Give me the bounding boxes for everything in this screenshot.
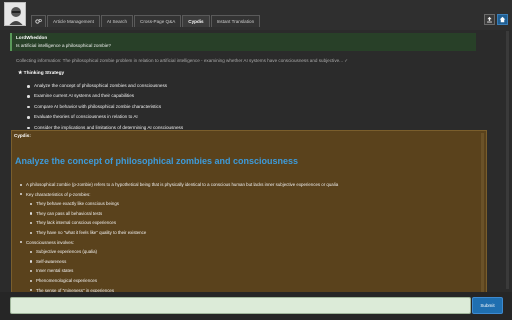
answer-subline: Phenomenological experiences [29,276,338,286]
answer-line: Key characteristics of p-zombies: [19,190,338,200]
tab-article-management[interactable]: Article Management [47,15,100,27]
tab-ai-search[interactable]: AI Search [100,15,134,27]
tab-cypdis[interactable]: Cypdis [182,15,210,27]
answer-subline: Subjective experiences (qualia) [29,247,338,257]
thinking-strategy-label: Thinking Strategy [23,71,65,76]
assistant-answer: Cypdis: Analyze the concept of philosoph… [11,130,487,296]
home-icon [499,16,506,23]
tab-cross-page-qa[interactable]: Cross-Page Q&A [134,15,182,27]
page-scrollbar[interactable] [506,31,509,289]
answer-subline: They lack internal conscious experiences [29,218,338,228]
chat-area: LordWheddon Is artificial intelligence a… [10,31,488,296]
answer-scrollbar[interactable] [481,133,484,293]
collecting-status: Collecting information: The philosophica… [16,58,349,63]
user-question: Is artificial intelligence a philosophic… [16,43,111,48]
submit-button[interactable]: Submit [472,297,503,314]
answer-line: Consciousness involves: [19,238,338,248]
avatar-image [5,3,25,25]
upload-icon [487,16,492,23]
answer-subline: Inner mental states [29,266,338,276]
top-bar: Article Management AI Search Cross-Page … [0,0,512,30]
top-actions [484,14,508,25]
answer-subline: They can pass all behavioral tests [29,209,338,219]
tab-settings[interactable] [31,15,46,27]
thinking-strategy-title[interactable]: ★ Thinking Strategy [18,71,64,76]
answer-heading: Analyze the concept of philosophical zom… [15,156,299,166]
strategy-item: Evaluate theories of consciousness in re… [26,112,183,122]
home-button[interactable] [497,14,508,25]
gears-icon [35,18,42,24]
strategy-item: Compare AI behavior with philosophical z… [26,102,183,112]
answer-subline: They behave exactly like conscious being… [29,199,338,209]
answer-subline: They have no "what it feels like" qualit… [29,228,338,238]
message-input[interactable] [10,297,471,314]
answer-subline: Self-awareness [29,257,338,267]
tab-instant-translation[interactable]: Instant Translation [210,15,261,27]
assistant-label: Cypdis: [14,133,31,138]
upload-button[interactable] [484,14,495,25]
user-message: LordWheddon Is artificial intelligence a… [10,33,476,51]
lightbulb-icon: ★ [18,71,23,76]
avatar[interactable] [4,2,26,26]
strategy-item: Examine current AI systems and their cap… [26,91,183,101]
strategy-list: Analyze the concept of philosophical zom… [26,81,183,133]
answer-line: A philosophical zombie (p-zombie) refers… [19,180,338,190]
answer-list: A philosophical zombie (p-zombie) refers… [19,180,338,295]
user-name: LordWheddon [16,35,48,40]
tab-bar: Article Management AI Search Cross-Page … [31,15,261,28]
strategy-item: Analyze the concept of philosophical zom… [26,81,183,91]
